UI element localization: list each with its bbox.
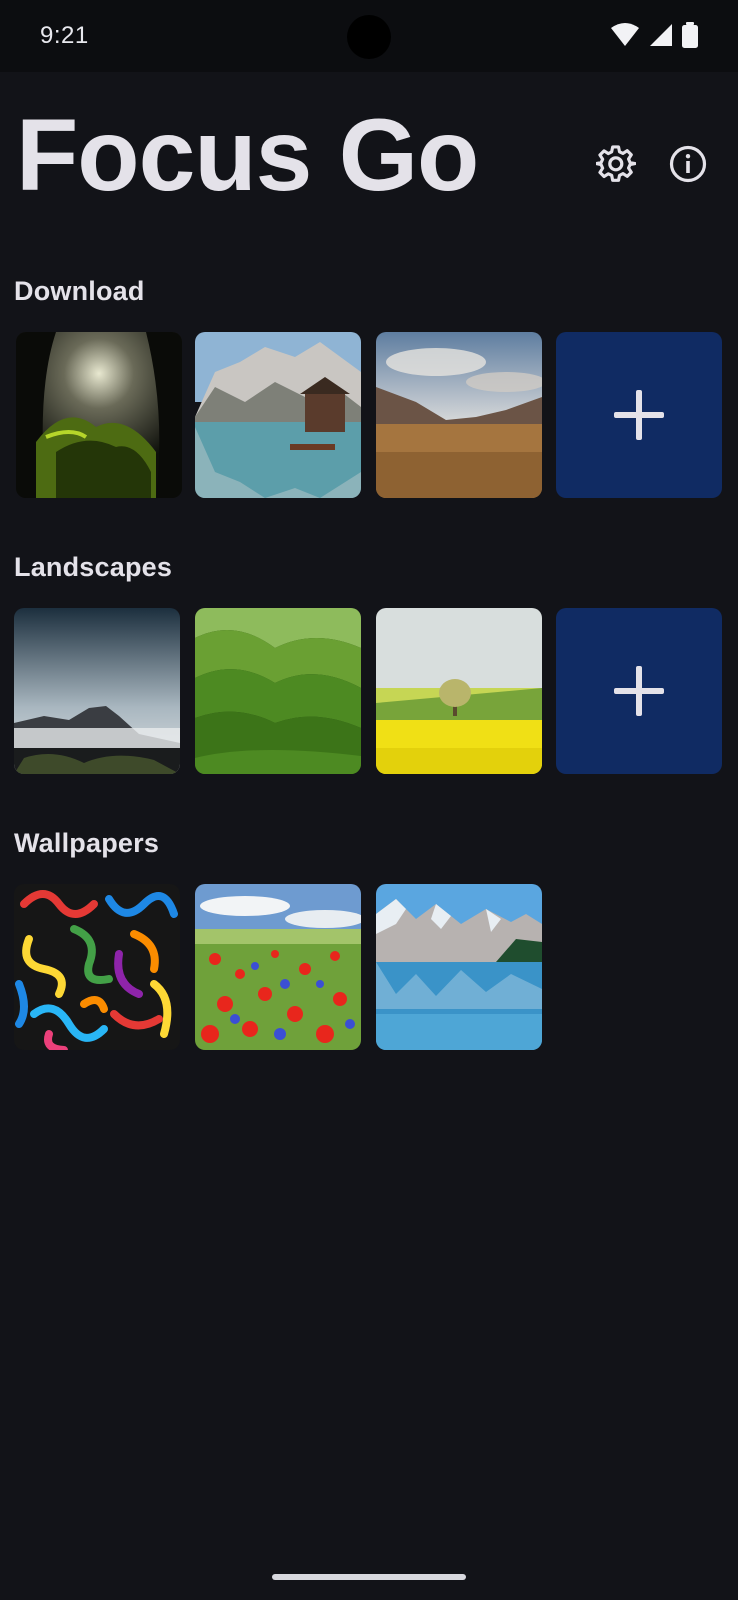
plus-icon xyxy=(614,390,664,440)
battery-icon xyxy=(682,22,698,48)
image-thumbnail-poppy-meadow[interactable] xyxy=(195,884,361,1050)
image-thumbnail-green-hills[interactable] xyxy=(195,608,361,774)
image-thumbnail-mountain-lake[interactable] xyxy=(376,884,542,1050)
status-bar: 9:21 xyxy=(0,0,738,72)
thumbnail-row xyxy=(0,332,738,500)
info-icon xyxy=(669,145,707,183)
settings-button[interactable] xyxy=(590,138,642,190)
status-icons xyxy=(610,22,698,48)
gear-icon xyxy=(596,145,636,182)
status-time: 9:21 xyxy=(40,22,89,49)
section-title: Landscapes xyxy=(14,552,173,582)
add-image-button[interactable] xyxy=(556,332,722,498)
image-thumbnail-squiggle-pattern[interactable] xyxy=(14,884,180,1050)
section-title: Download xyxy=(14,276,145,306)
image-thumbnail-yellow-field[interactable] xyxy=(376,608,542,774)
wifi-icon xyxy=(611,23,639,46)
home-indicator[interactable] xyxy=(272,1574,466,1580)
image-thumbnail-cave[interactable] xyxy=(16,332,182,498)
thumbnail-row xyxy=(0,608,738,776)
app-title: Focus Go xyxy=(16,98,479,212)
cell-signal-icon xyxy=(650,24,672,46)
info-button[interactable] xyxy=(662,138,714,190)
add-image-button[interactable] xyxy=(556,608,722,774)
thumbnail-row xyxy=(0,884,738,1052)
image-thumbnail-alpine-lake[interactable] xyxy=(195,332,361,498)
plus-icon xyxy=(614,666,664,716)
camera-cutout xyxy=(347,15,391,59)
section-title: Wallpapers xyxy=(14,828,160,858)
image-thumbnail-misty-mountain[interactable] xyxy=(14,608,180,774)
image-thumbnail-golden-field[interactable] xyxy=(376,332,542,498)
